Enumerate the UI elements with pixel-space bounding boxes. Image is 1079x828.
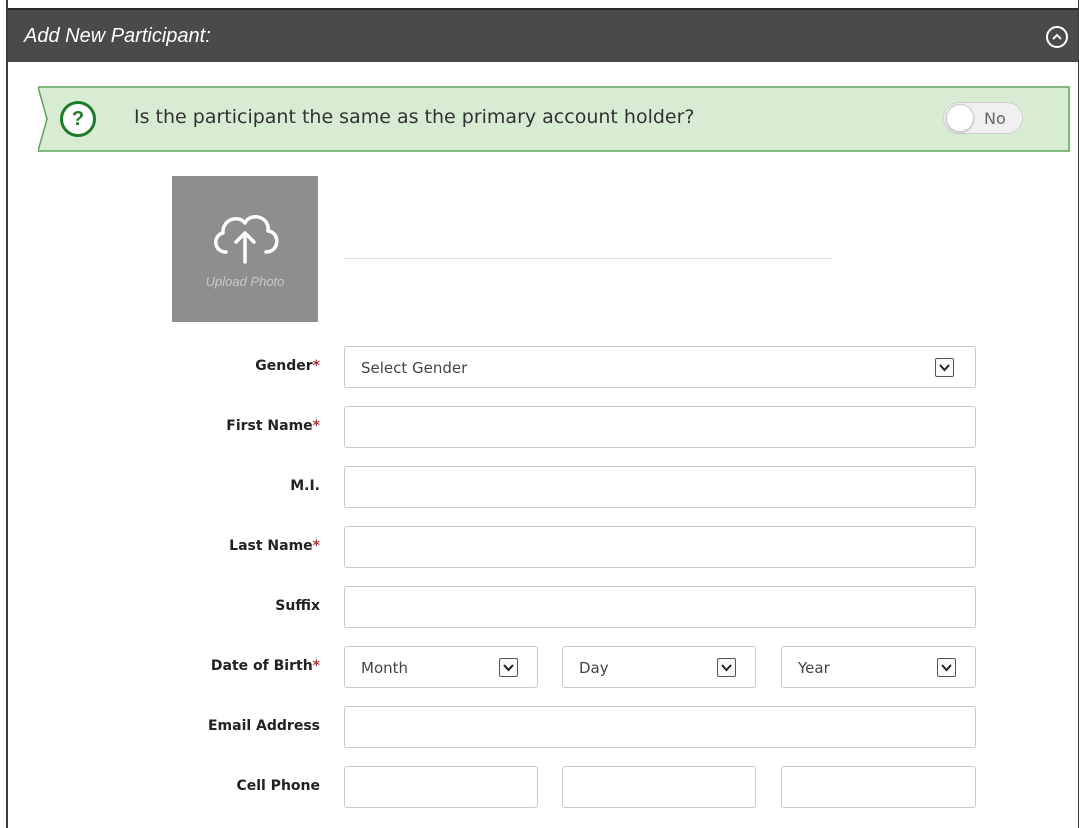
banner-question: Is the participant the same as the prima… [134, 106, 695, 128]
suffix-label: Suffix [275, 598, 320, 614]
toggle-knob [946, 104, 974, 132]
dob-year-value: Year [798, 659, 830, 677]
required-marker: * [312, 538, 320, 554]
cell-phone-line-input[interactable] [781, 766, 976, 808]
first-name-input[interactable] [344, 406, 976, 448]
collapse-button[interactable] [1046, 26, 1068, 48]
chevron-down-icon [935, 358, 954, 377]
gender-select[interactable]: Select Gender [344, 346, 976, 388]
suffix-input[interactable] [344, 586, 976, 628]
cell-phone-label: Cell Phone [236, 778, 320, 794]
cell-phone-area-input[interactable] [344, 766, 538, 808]
dob-month-select[interactable]: Month [344, 646, 538, 688]
gender-label: Gender* [255, 358, 320, 374]
add-participant-panel: Add New Participant: ? Is the participan… [6, 0, 1079, 828]
photo-divider [344, 258, 832, 259]
last-name-input[interactable] [344, 526, 976, 568]
help-question-icon: ? [60, 101, 96, 137]
dob-month-value: Month [361, 659, 409, 677]
gender-select-value: Select Gender [361, 359, 468, 377]
chevron-down-icon [937, 658, 956, 677]
dob-day-select[interactable]: Day [562, 646, 756, 688]
email-input[interactable] [344, 706, 976, 748]
dob-year-select[interactable]: Year [781, 646, 976, 688]
email-label: Email Address [207, 718, 320, 734]
panel-header: Add New Participant: [8, 8, 1078, 62]
panel-title: Add New Participant: [24, 25, 211, 47]
chevron-down-icon [717, 658, 736, 677]
dob-label: Date of Birth* [210, 658, 320, 674]
middle-initial-label: M.I. [290, 478, 320, 494]
upload-photo-button[interactable]: Upload Photo [172, 176, 318, 322]
required-marker: * [312, 358, 320, 374]
required-marker: * [312, 418, 320, 434]
first-name-label: First Name* [226, 418, 320, 434]
dob-day-value: Day [579, 659, 609, 677]
required-marker: * [312, 658, 320, 674]
same-as-holder-toggle[interactable]: No [943, 102, 1023, 134]
toggle-label: No [984, 109, 1006, 128]
chevron-down-icon [499, 658, 518, 677]
upload-photo-label: Upload Photo [205, 274, 285, 289]
chevron-up-icon [1052, 33, 1062, 40]
middle-initial-input[interactable] [344, 466, 976, 508]
same-as-account-holder-banner: ? Is the participant the same as the pri… [38, 86, 1070, 152]
last-name-label: Last Name* [229, 538, 320, 554]
cloud-upload-icon [214, 215, 279, 264]
cell-phone-prefix-input[interactable] [562, 766, 756, 808]
